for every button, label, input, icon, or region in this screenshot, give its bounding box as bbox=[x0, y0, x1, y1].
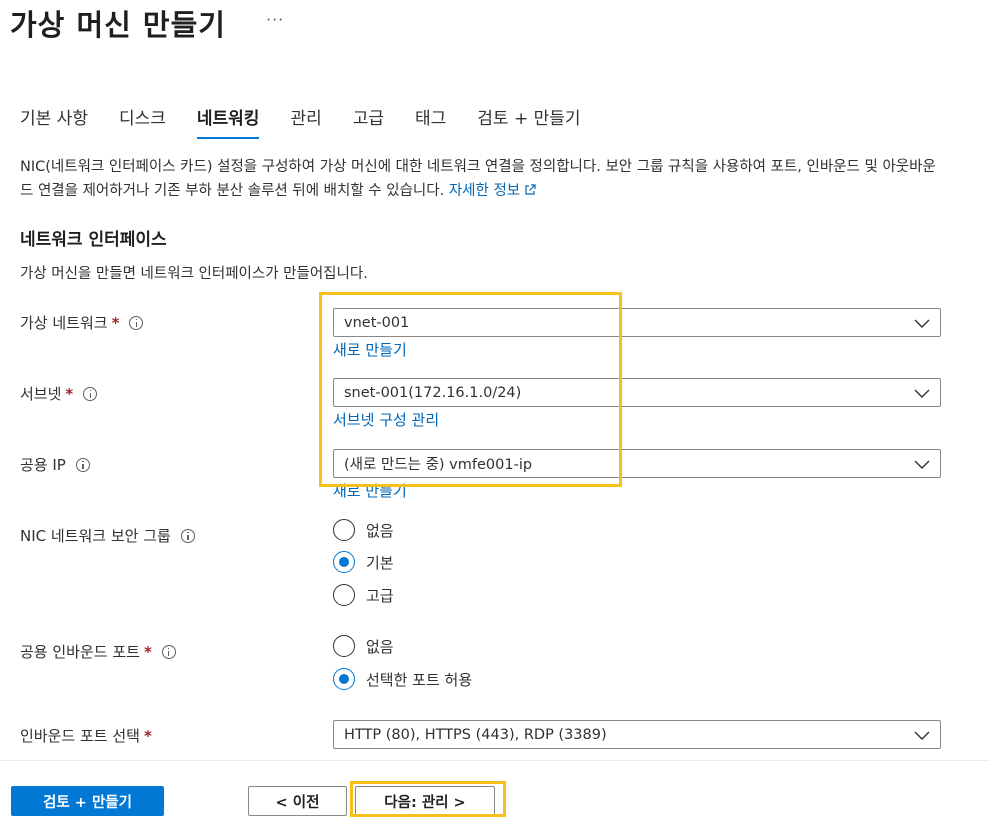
public-ip-label: 공용 IP bbox=[20, 454, 90, 475]
nic-nsg-label: NIC 네트워크 보안 그룹 bbox=[20, 525, 195, 546]
tab-tags[interactable]: 태그 bbox=[415, 104, 446, 139]
section-title-network-interface: 네트워크 인터페이스 bbox=[20, 230, 167, 250]
chevron-down-icon bbox=[914, 389, 930, 398]
info-icon[interactable] bbox=[161, 644, 176, 659]
next-management-button[interactable]: 다음: 관리 > bbox=[355, 786, 495, 816]
tab-basics[interactable]: 기본 사항 bbox=[20, 104, 88, 139]
radio-button[interactable] bbox=[333, 519, 355, 541]
subnet-select[interactable]: snet-001(172.16.1.0/24) bbox=[333, 378, 941, 407]
tab-bar: 기본 사항 디스크 네트워킹 관리 고급 태그 검토 + 만들기 bbox=[20, 104, 612, 139]
vnet-select[interactable]: vnet-001 bbox=[333, 308, 941, 337]
learn-more-link[interactable]: 자세한 정보 bbox=[449, 183, 536, 199]
required-marker: * bbox=[143, 642, 152, 661]
nsg-option-none[interactable]: 없음 bbox=[333, 519, 394, 541]
info-icon[interactable] bbox=[83, 386, 98, 401]
footer-divider bbox=[0, 760, 989, 761]
chevron-down-icon bbox=[914, 460, 930, 469]
tab-advanced[interactable]: 고급 bbox=[353, 104, 384, 139]
vnet-label: 가상 네트워크 * bbox=[20, 312, 144, 333]
section-description: 가상 머신을 만들면 네트워크 인터페이스가 만들어집니다. bbox=[20, 266, 368, 282]
previous-button[interactable]: < 이전 bbox=[248, 786, 347, 816]
radio-button-checked[interactable] bbox=[333, 668, 355, 690]
networking-description: NIC(네트워크 인터페이스 카드) 설정을 구성하여 가상 머신에 대한 네트… bbox=[20, 155, 940, 203]
page-title: 가상 머신 만들기 bbox=[10, 8, 226, 42]
radio-button[interactable] bbox=[333, 635, 355, 657]
info-icon[interactable] bbox=[180, 528, 195, 543]
more-options-icon[interactable]: ··· bbox=[266, 10, 284, 29]
subnet-label: 서브넷 * bbox=[20, 383, 98, 404]
manage-subnet-config-link[interactable]: 서브넷 구성 관리 bbox=[333, 409, 439, 430]
nsg-option-advanced[interactable]: 고급 bbox=[333, 584, 394, 606]
radio-button-checked[interactable] bbox=[333, 551, 355, 573]
chevron-down-icon bbox=[914, 319, 930, 328]
public-ip-select[interactable]: (새로 만드는 중) vmfe001-ip bbox=[333, 449, 941, 478]
info-icon[interactable] bbox=[75, 457, 90, 472]
tab-disks[interactable]: 디스크 bbox=[119, 104, 166, 139]
radio-button[interactable] bbox=[333, 584, 355, 606]
tab-networking[interactable]: 네트워킹 bbox=[196, 104, 260, 139]
vnet-create-new-link[interactable]: 새로 만들기 bbox=[333, 339, 407, 360]
tab-review-create[interactable]: 검토 + 만들기 bbox=[477, 104, 580, 139]
required-marker: * bbox=[65, 384, 74, 403]
public-ip-create-new-link[interactable]: 새로 만들기 bbox=[333, 480, 407, 501]
nsg-option-basic[interactable]: 기본 bbox=[333, 551, 394, 573]
info-icon[interactable] bbox=[129, 315, 144, 330]
inbound-ports-label: 공용 인바운드 포트 * bbox=[20, 641, 176, 662]
tab-management[interactable]: 관리 bbox=[290, 104, 321, 139]
inbound-option-none[interactable]: 없음 bbox=[333, 635, 394, 657]
review-create-button[interactable]: 검토 + 만들기 bbox=[11, 786, 164, 816]
select-inbound-ports-label: 인바운드 포트 선택 * bbox=[20, 726, 152, 746]
required-marker: * bbox=[143, 726, 152, 745]
chevron-down-icon bbox=[914, 731, 930, 740]
inbound-ports-select[interactable]: HTTP (80), HTTPS (443), RDP (3389) bbox=[333, 720, 941, 749]
required-marker: * bbox=[111, 313, 120, 332]
inbound-option-allow-selected[interactable]: 선택한 포트 허용 bbox=[333, 668, 472, 690]
external-link-icon bbox=[525, 184, 536, 195]
